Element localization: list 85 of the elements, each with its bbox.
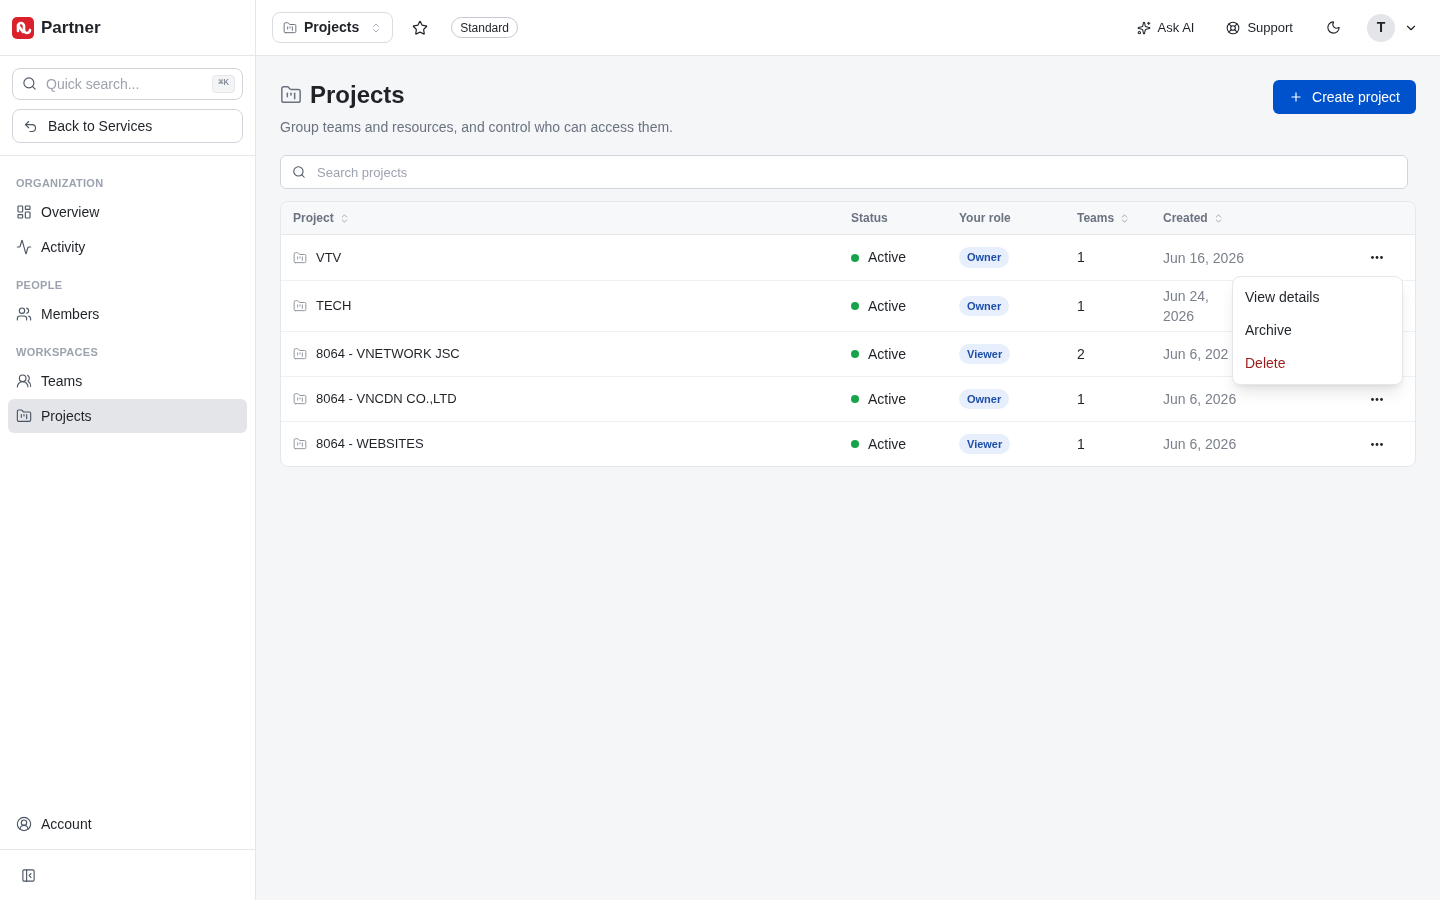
column-header[interactable]: Project (293, 209, 350, 227)
created-date: Jun 24, 2026 (1163, 287, 1210, 326)
more-icon (1371, 442, 1383, 446)
page-subtitle: Group teams and resources, and control who can access them. (280, 118, 673, 137)
back-button[interactable]: Back to Services (12, 109, 243, 143)
teams-count: 1 (1077, 248, 1085, 267)
status-dot-icon (851, 253, 859, 262)
panel-collapse-icon (20, 867, 36, 883)
project-search-field[interactable]: Search projects (280, 155, 1408, 189)
role-badge: Owner (959, 247, 1010, 268)
avatar: T (1367, 13, 1395, 42)
account-menu-button[interactable]: T (1367, 13, 1418, 42)
menu-item[interactable]: View details (1233, 281, 1402, 314)
search-icon (22, 76, 37, 91)
account-item[interactable]: Account (8, 807, 247, 841)
role-badge: Viewer (959, 343, 1011, 365)
section-label: WORKSPACES (15, 344, 99, 360)
activity-icon (16, 239, 32, 255)
status-dot-icon (851, 440, 859, 448)
more-icon (1371, 256, 1383, 259)
project-name: 8064 - VNCDN CO.,LTD (316, 390, 457, 409)
page-title: Projects (310, 80, 405, 110)
more-icon (1371, 397, 1383, 401)
folder-icon (293, 347, 307, 361)
role-badge: Viewer (959, 433, 1011, 455)
status-dot-icon (851, 302, 859, 310)
nav-item[interactable]: Activity (8, 230, 247, 264)
plus-icon (1289, 90, 1304, 104)
teams-count: 1 (1077, 296, 1085, 316)
column-header[interactable]: Teams (1077, 209, 1131, 227)
project-selector[interactable]: Projects (272, 12, 394, 43)
folder-icon (293, 250, 307, 265)
user-circle-icon (16, 816, 32, 832)
create-project-button[interactable]: Create project (1273, 80, 1416, 114)
section-label: ORGANIZATION (15, 175, 105, 191)
folder-icon (283, 20, 297, 35)
folder-icon (293, 437, 307, 451)
teams-count: 1 (1077, 389, 1085, 409)
search-icon (292, 165, 306, 179)
role-badge: Owner (959, 388, 1010, 410)
created-date: Jun 6, 2026 (1163, 435, 1237, 454)
menu-item[interactable]: Delete (1233, 347, 1402, 380)
support-button[interactable]: Support (1218, 11, 1301, 44)
folder-icon (16, 408, 32, 424)
dashboard-icon (16, 204, 32, 220)
column-header[interactable]: Created (1163, 209, 1224, 227)
folder-icon (293, 299, 307, 313)
undo-arrow-icon (23, 118, 38, 134)
teams-count: 2 (1077, 344, 1085, 364)
created-date: Jun 16, 2026 (1163, 248, 1244, 268)
moon-icon (1325, 20, 1341, 35)
status-text: Active (868, 344, 907, 364)
created-date: Jun 6, 2026 (1163, 390, 1237, 409)
project-name: 8064 - WEBSITES (316, 435, 424, 454)
sparkle-icon (1136, 20, 1151, 35)
brand-name: Partner (41, 16, 101, 39)
status-text: Active (868, 248, 907, 267)
status-text: Active (868, 434, 907, 454)
lifebuoy-icon (1226, 20, 1241, 35)
users-icon (16, 373, 32, 389)
folder-icon (293, 392, 307, 406)
status-dot-icon (851, 350, 859, 358)
menu-item[interactable]: Archive (1233, 314, 1402, 347)
role-badge: Owner (959, 295, 1010, 317)
nav-item[interactable]: Teams (8, 364, 247, 398)
users-icon (16, 306, 32, 322)
nav-item[interactable]: Projects (8, 399, 247, 433)
status-text: Active (868, 296, 907, 316)
column-header: Your role (959, 210, 1011, 227)
folder-icon (280, 84, 302, 106)
nav-item[interactable]: Overview (8, 195, 247, 229)
created-date: Jun 6, 202 (1163, 345, 1229, 364)
column-header: Status (851, 210, 888, 227)
status-text: Active (868, 389, 907, 409)
shortcut-key: ⌘K (212, 75, 235, 93)
nav-item[interactable]: Members (8, 297, 247, 331)
teams-count: 1 (1077, 434, 1085, 454)
section-label: PEOPLE (15, 277, 64, 293)
star-icon (412, 19, 429, 36)
logo-icon (12, 16, 34, 39)
project-name: VTV (316, 248, 342, 267)
status-dot-icon (851, 395, 859, 403)
project-name: 8064 - VNETWORK JSC (316, 345, 460, 364)
project-name: TECH (316, 297, 352, 316)
ask-ai-button[interactable]: Ask AI (1128, 11, 1203, 44)
